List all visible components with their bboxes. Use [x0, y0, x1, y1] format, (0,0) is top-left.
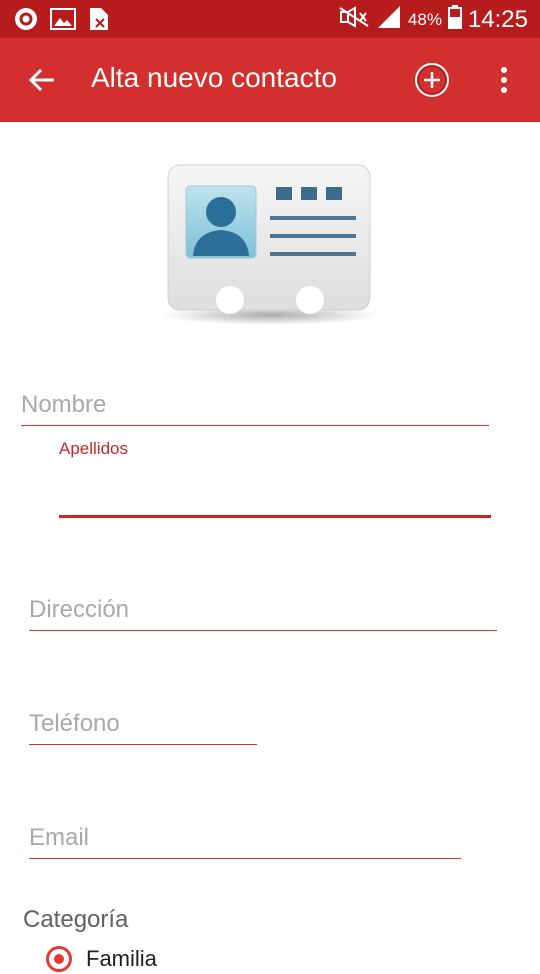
- direccion-field[interactable]: Dirección: [29, 594, 497, 634]
- battery-percent: 48%: [407, 9, 442, 29]
- apellidos-underline: [59, 515, 491, 518]
- nombre-field[interactable]: Nombre: [21, 388, 489, 428]
- add-contact-button[interactable]: [414, 62, 450, 98]
- contact-card-icon: [160, 160, 380, 328]
- arrow-back-icon: [28, 68, 54, 92]
- page-title: Alta nuevo contacto: [91, 62, 337, 93]
- categoria-label: Categoría: [23, 906, 129, 933]
- more-vert-icon: [501, 67, 507, 93]
- back-button[interactable]: [26, 64, 58, 96]
- status-bar-system: 48% 14:25: [338, 4, 528, 35]
- sync-icon: [14, 7, 38, 36]
- direccion-placeholder: Dirección: [29, 596, 130, 623]
- email-placeholder: Email: [29, 824, 90, 851]
- apellidos-field[interactable]: Apellidos: [59, 438, 491, 522]
- apellidos-label: Apellidos: [59, 439, 128, 458]
- nombre-placeholder: Nombre: [21, 391, 107, 418]
- telefono-field[interactable]: Teléfono: [29, 708, 257, 748]
- status-bar: 48% 14:25: [0, 0, 540, 38]
- email-field[interactable]: Email: [29, 822, 461, 862]
- battery-icon: [447, 5, 462, 34]
- radio-option-label: Familia: [86, 946, 157, 971]
- app-bar: Alta nuevo contacto: [0, 38, 540, 122]
- mute-icon: [338, 6, 370, 33]
- direccion-underline: [29, 630, 497, 631]
- add-circle-icon: [415, 63, 449, 97]
- file-icon: [88, 7, 110, 36]
- overflow-menu-button[interactable]: [492, 64, 516, 96]
- email-underline: [29, 858, 461, 859]
- signal-icon: [376, 4, 402, 35]
- clock: 14:25: [467, 5, 528, 33]
- nombre-underline: [21, 425, 489, 426]
- telefono-underline: [29, 744, 257, 745]
- status-bar-notifications: [14, 7, 110, 36]
- telefono-placeholder: Teléfono: [29, 710, 120, 737]
- image-icon: [50, 8, 76, 35]
- radio-button-selected[interactable]: [46, 946, 72, 972]
- radio-option-familia[interactable]: Familia: [46, 944, 157, 974]
